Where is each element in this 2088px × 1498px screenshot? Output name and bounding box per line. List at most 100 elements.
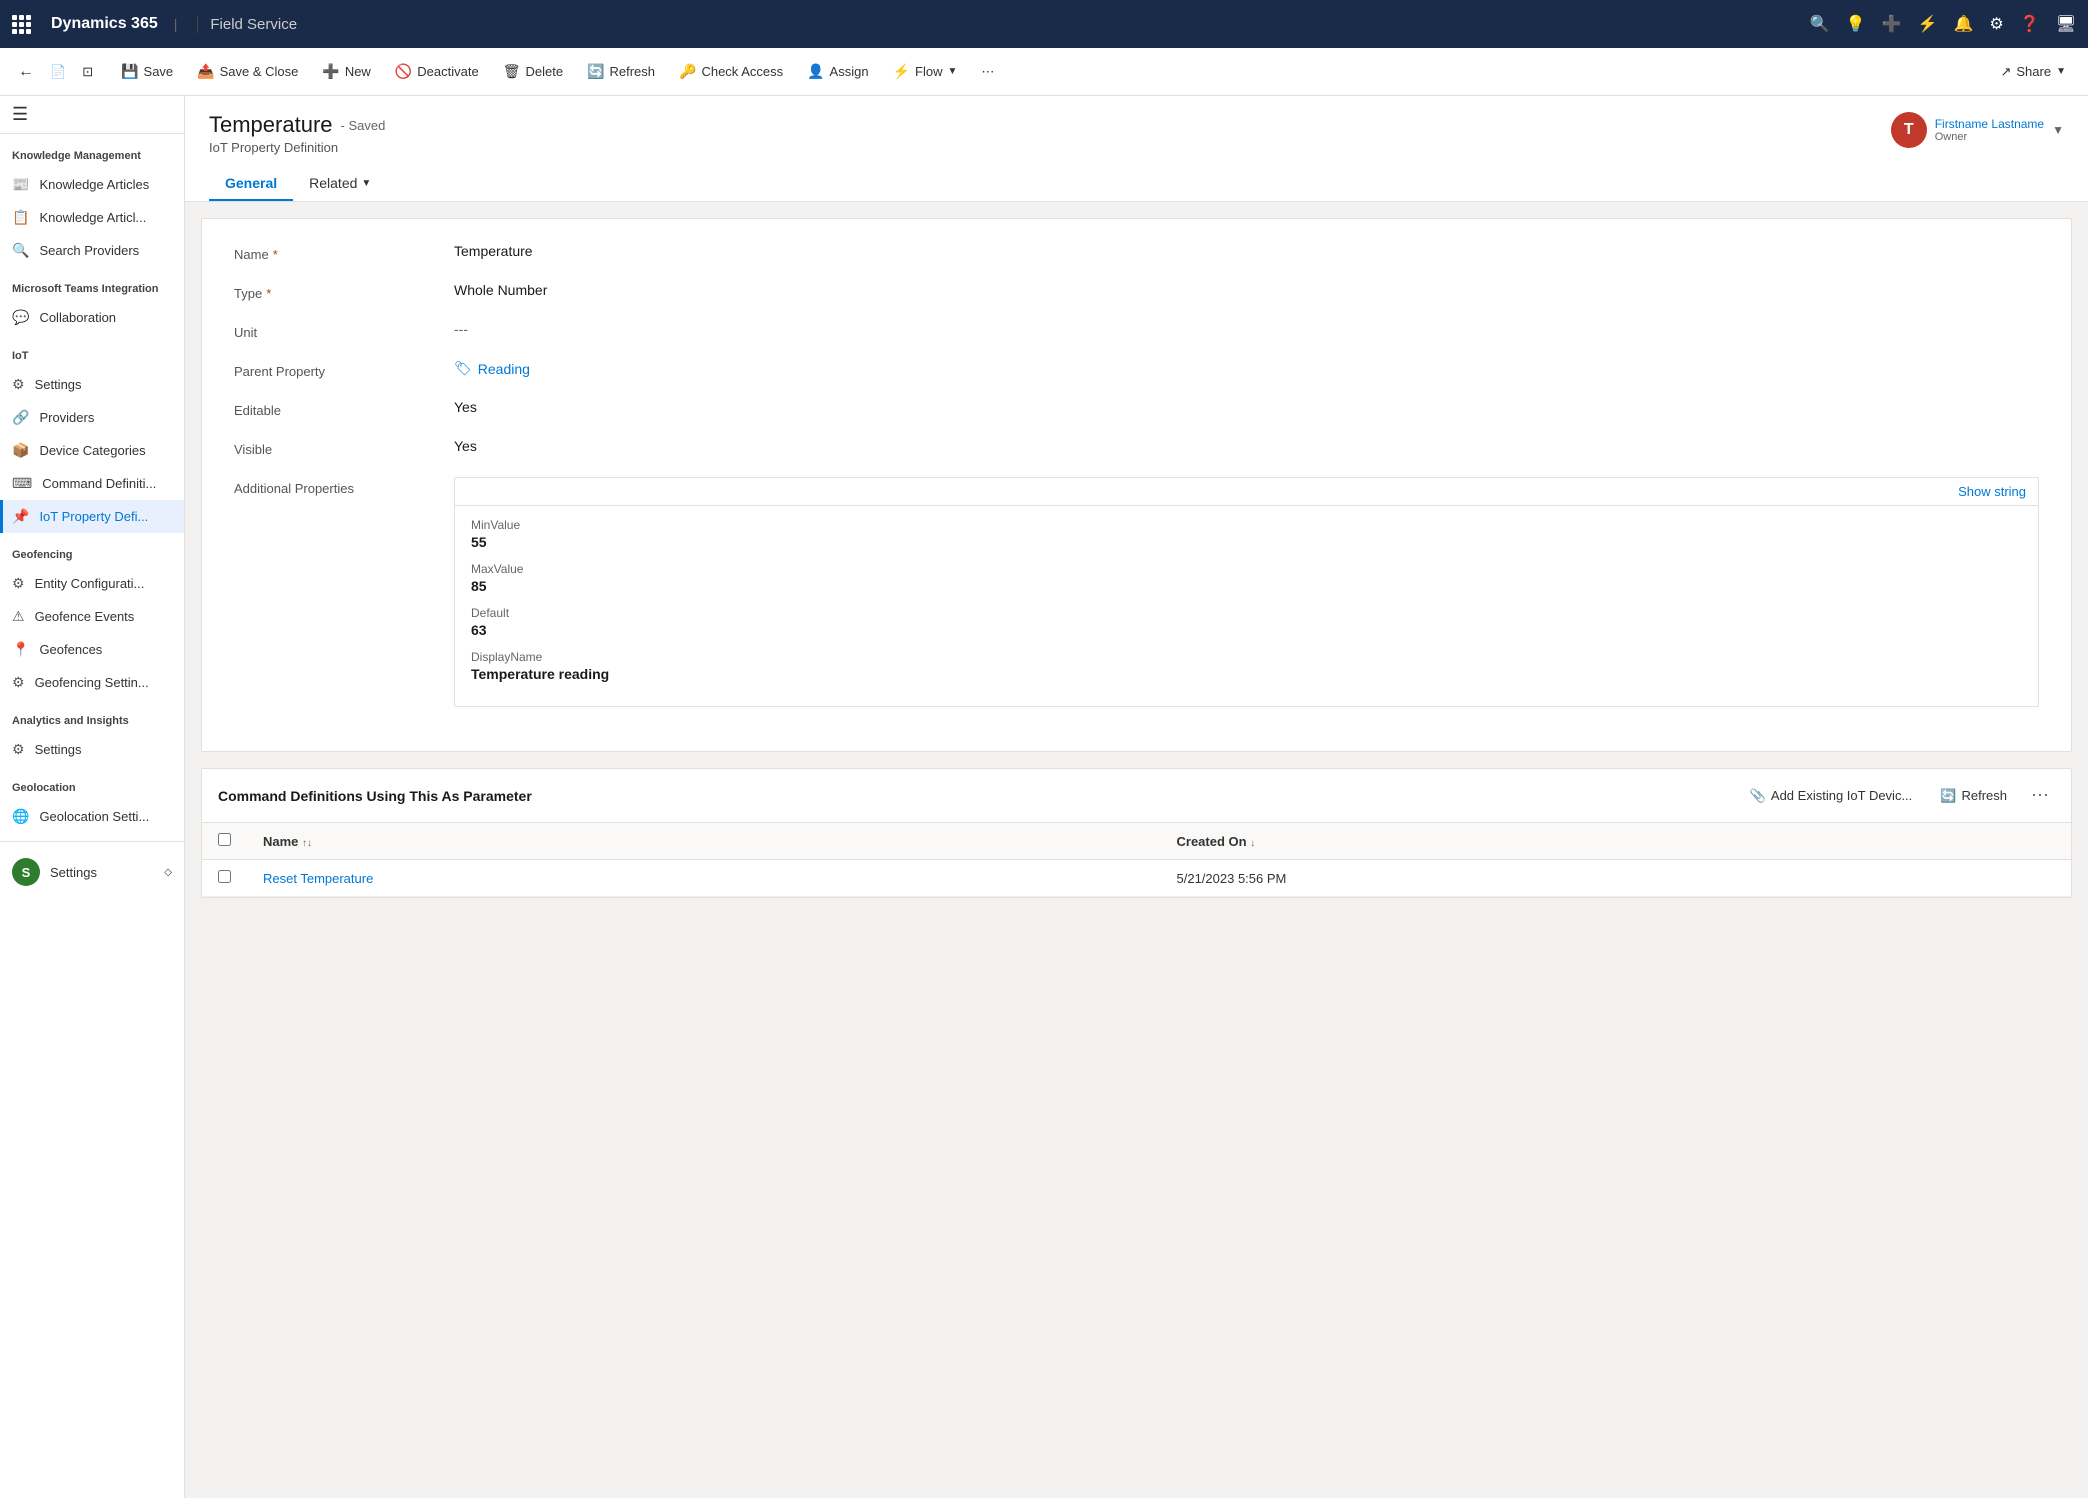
parent-property-value[interactable]: 🏷 Reading [454, 360, 2039, 377]
subgrid-container: Command Definitions Using This As Parame… [201, 768, 2072, 898]
assign-button[interactable]: 👤 Assign [797, 57, 878, 86]
name-required-star: * [273, 247, 278, 262]
new-button[interactable]: ➕ New [312, 57, 380, 86]
sidebar-item-knowledge-article2[interactable]: 📋 Knowledge Articl... [0, 201, 184, 234]
nav-arrows: ← 📄 ⊡ [12, 59, 99, 85]
form-row-editable: Editable Yes [234, 399, 2039, 418]
record-view-button[interactable]: 📄 [44, 60, 72, 84]
help-icon[interactable]: ❓ [2020, 14, 2040, 34]
row-name-cell[interactable]: Reset Temperature [247, 860, 1161, 897]
collaboration-icon: 💬 [12, 309, 29, 326]
sidebar-item-iot-property[interactable]: 📌 IoT Property Defi... [0, 500, 184, 533]
sidebar-item-geofencing-settings[interactable]: ⚙ Geofencing Settin... [0, 666, 184, 699]
default-val: 63 [471, 622, 2022, 638]
waffle-menu[interactable] [12, 15, 31, 34]
table-row: Reset Temperature 5/21/2023 5:56 PM [202, 860, 2071, 897]
row-checkbox[interactable] [218, 870, 231, 883]
geofence-events-icon: ⚠ [12, 608, 25, 625]
notification-icon[interactable]: 🔔 [1954, 14, 1974, 34]
analytics-settings-icon: ⚙ [12, 741, 25, 758]
subgrid-title: Command Definitions Using This As Parame… [218, 788, 1740, 804]
add-existing-button[interactable]: 📎 Add Existing IoT Devic... [1740, 783, 1923, 809]
sidebar-item-geofence-events[interactable]: ⚠ Geofence Events [0, 600, 184, 633]
show-string-button[interactable]: Show string [1958, 484, 2026, 499]
check-access-button[interactable]: 🔑 Check Access [669, 57, 793, 86]
flow-button[interactable]: ⚡ Flow ▼ [883, 57, 968, 86]
settings-chevron-icon: ◇ [164, 867, 172, 878]
device-categories-icon: 📦 [12, 442, 29, 459]
tab-general[interactable]: General [209, 167, 293, 201]
flow-dropdown-icon: ▼ [947, 66, 957, 77]
type-label: Type * [234, 282, 454, 301]
sidebar-item-collaboration[interactable]: 💬 Collaboration [0, 301, 184, 334]
search-icon[interactable]: 🔍 [1810, 14, 1830, 34]
deactivate-button[interactable]: 🚫 Deactivate [385, 57, 489, 86]
sidebar-item-command-definitions[interactable]: ⌨ Command Definiti... [0, 467, 184, 500]
assign-icon: 👤 [807, 63, 824, 80]
subgrid-table: Name ↑↓ Created On ↓ Res [202, 823, 2071, 897]
prop-min-value: MinValue 55 [471, 518, 2022, 550]
content-area: Temperature - Saved IoT Property Definit… [185, 96, 2088, 1498]
save-button[interactable]: 💾 Save [111, 57, 183, 86]
select-all-checkbox[interactable] [218, 833, 231, 846]
remote-icon[interactable]: 🖥 [2056, 14, 2076, 34]
back-button[interactable]: ← [12, 59, 40, 85]
delete-button[interactable]: 🗑 Delete [493, 57, 573, 86]
created-on-sort-icon: ↓ [1250, 838, 1255, 849]
unit-label: Unit [234, 321, 454, 340]
sidebar-item-search-providers[interactable]: 🔍 Search Providers [0, 234, 184, 267]
record-saved-badge: - Saved [341, 118, 386, 133]
save-close-button[interactable]: 📤 Save & Close [187, 57, 308, 86]
sidebar-section-analytics: Analytics and Insights ⚙ Settings [0, 699, 184, 766]
sidebar-item-entity-config[interactable]: ⚙ Entity Configurati... [0, 567, 184, 600]
additional-props-body: MinValue 55 MaxValue 85 Default 63 Dis [455, 506, 2038, 706]
tab-related[interactable]: Related ▼ [293, 167, 387, 201]
command-bar: ← 📄 ⊡ 💾 Save 📤 Save & Close ➕ New 🚫 Deac… [0, 48, 2088, 96]
filter-icon[interactable]: ⚡ [1918, 14, 1938, 34]
sidebar-item-device-categories[interactable]: 📦 Device Categories [0, 434, 184, 467]
col-created-on-header[interactable]: Created On ↓ [1161, 823, 2072, 860]
sidebar: ☰ Knowledge Management 📰 Knowledge Artic… [0, 96, 185, 1498]
owner-expand-icon[interactable]: ▼ [2052, 123, 2064, 137]
add-icon[interactable]: ➕ [1882, 14, 1902, 34]
owner-name[interactable]: Firstname Lastname [1935, 117, 2044, 131]
share-button[interactable]: ↗ Share ▼ [1990, 58, 2076, 86]
deactivate-icon: 🚫 [395, 63, 412, 80]
lightbulb-icon[interactable]: 💡 [1846, 14, 1866, 34]
col-name-header[interactable]: Name ↑↓ [247, 823, 1161, 860]
visible-value: Yes [454, 438, 2039, 454]
sidebar-item-settings[interactable]: S Settings ◇ [0, 850, 184, 894]
sidebar-item-analytics-settings[interactable]: ⚙ Settings [0, 733, 184, 766]
delete-icon: 🗑 [503, 63, 521, 80]
top-nav-right: 🔍 💡 ➕ ⚡ 🔔 ⚙ ❓ 🖥 [1810, 14, 2076, 34]
prop-max-value: MaxValue 85 [471, 562, 2022, 594]
owner-label: Owner [1935, 131, 2044, 143]
iot-settings-icon: ⚙ [12, 376, 25, 393]
more-button[interactable]: ⋯ [971, 58, 1004, 86]
sidebar-hamburger-icon[interactable]: ☰ [12, 104, 28, 124]
sidebar-section-knowledge: Knowledge Management 📰 Knowledge Article… [0, 134, 184, 267]
sidebar-item-knowledge-articles[interactable]: 📰 Knowledge Articles [0, 168, 184, 201]
editable-label: Editable [234, 399, 454, 418]
subgrid-more-button[interactable]: ⋯ [2025, 781, 2055, 810]
detach-button[interactable]: ⊡ [76, 60, 99, 84]
settings-avatar: S [12, 858, 40, 886]
subgrid-refresh-button[interactable]: 🔄 Refresh [1930, 783, 2017, 809]
min-value-key: MinValue [471, 518, 2022, 532]
form-row-type: Type * Whole Number [234, 282, 2039, 301]
sidebar-item-geofences[interactable]: 📍 Geofences [0, 633, 184, 666]
type-required-star: * [266, 286, 271, 301]
sidebar-section-title-iot: IoT [0, 334, 184, 368]
refresh-button[interactable]: 🔄 Refresh [577, 57, 665, 86]
sidebar-item-geolocation-settings[interactable]: 🌐 Geolocation Setti... [0, 800, 184, 833]
name-label: Name * [234, 243, 454, 262]
check-access-icon: 🔑 [679, 63, 696, 80]
subgrid-refresh-icon: 🔄 [1940, 788, 1956, 804]
sidebar-section-title-geolocation: Geolocation [0, 766, 184, 800]
sidebar-item-iot-settings[interactable]: ⚙ Settings [0, 368, 184, 401]
save-icon: 💾 [121, 63, 138, 80]
settings-icon[interactable]: ⚙ [1989, 14, 2003, 34]
record-title-area: Temperature - Saved IoT Property Definit… [209, 112, 387, 201]
sidebar-item-providers[interactable]: 🔗 Providers [0, 401, 184, 434]
subgrid-actions: 📎 Add Existing IoT Devic... 🔄 Refresh ⋯ [1740, 781, 2055, 810]
